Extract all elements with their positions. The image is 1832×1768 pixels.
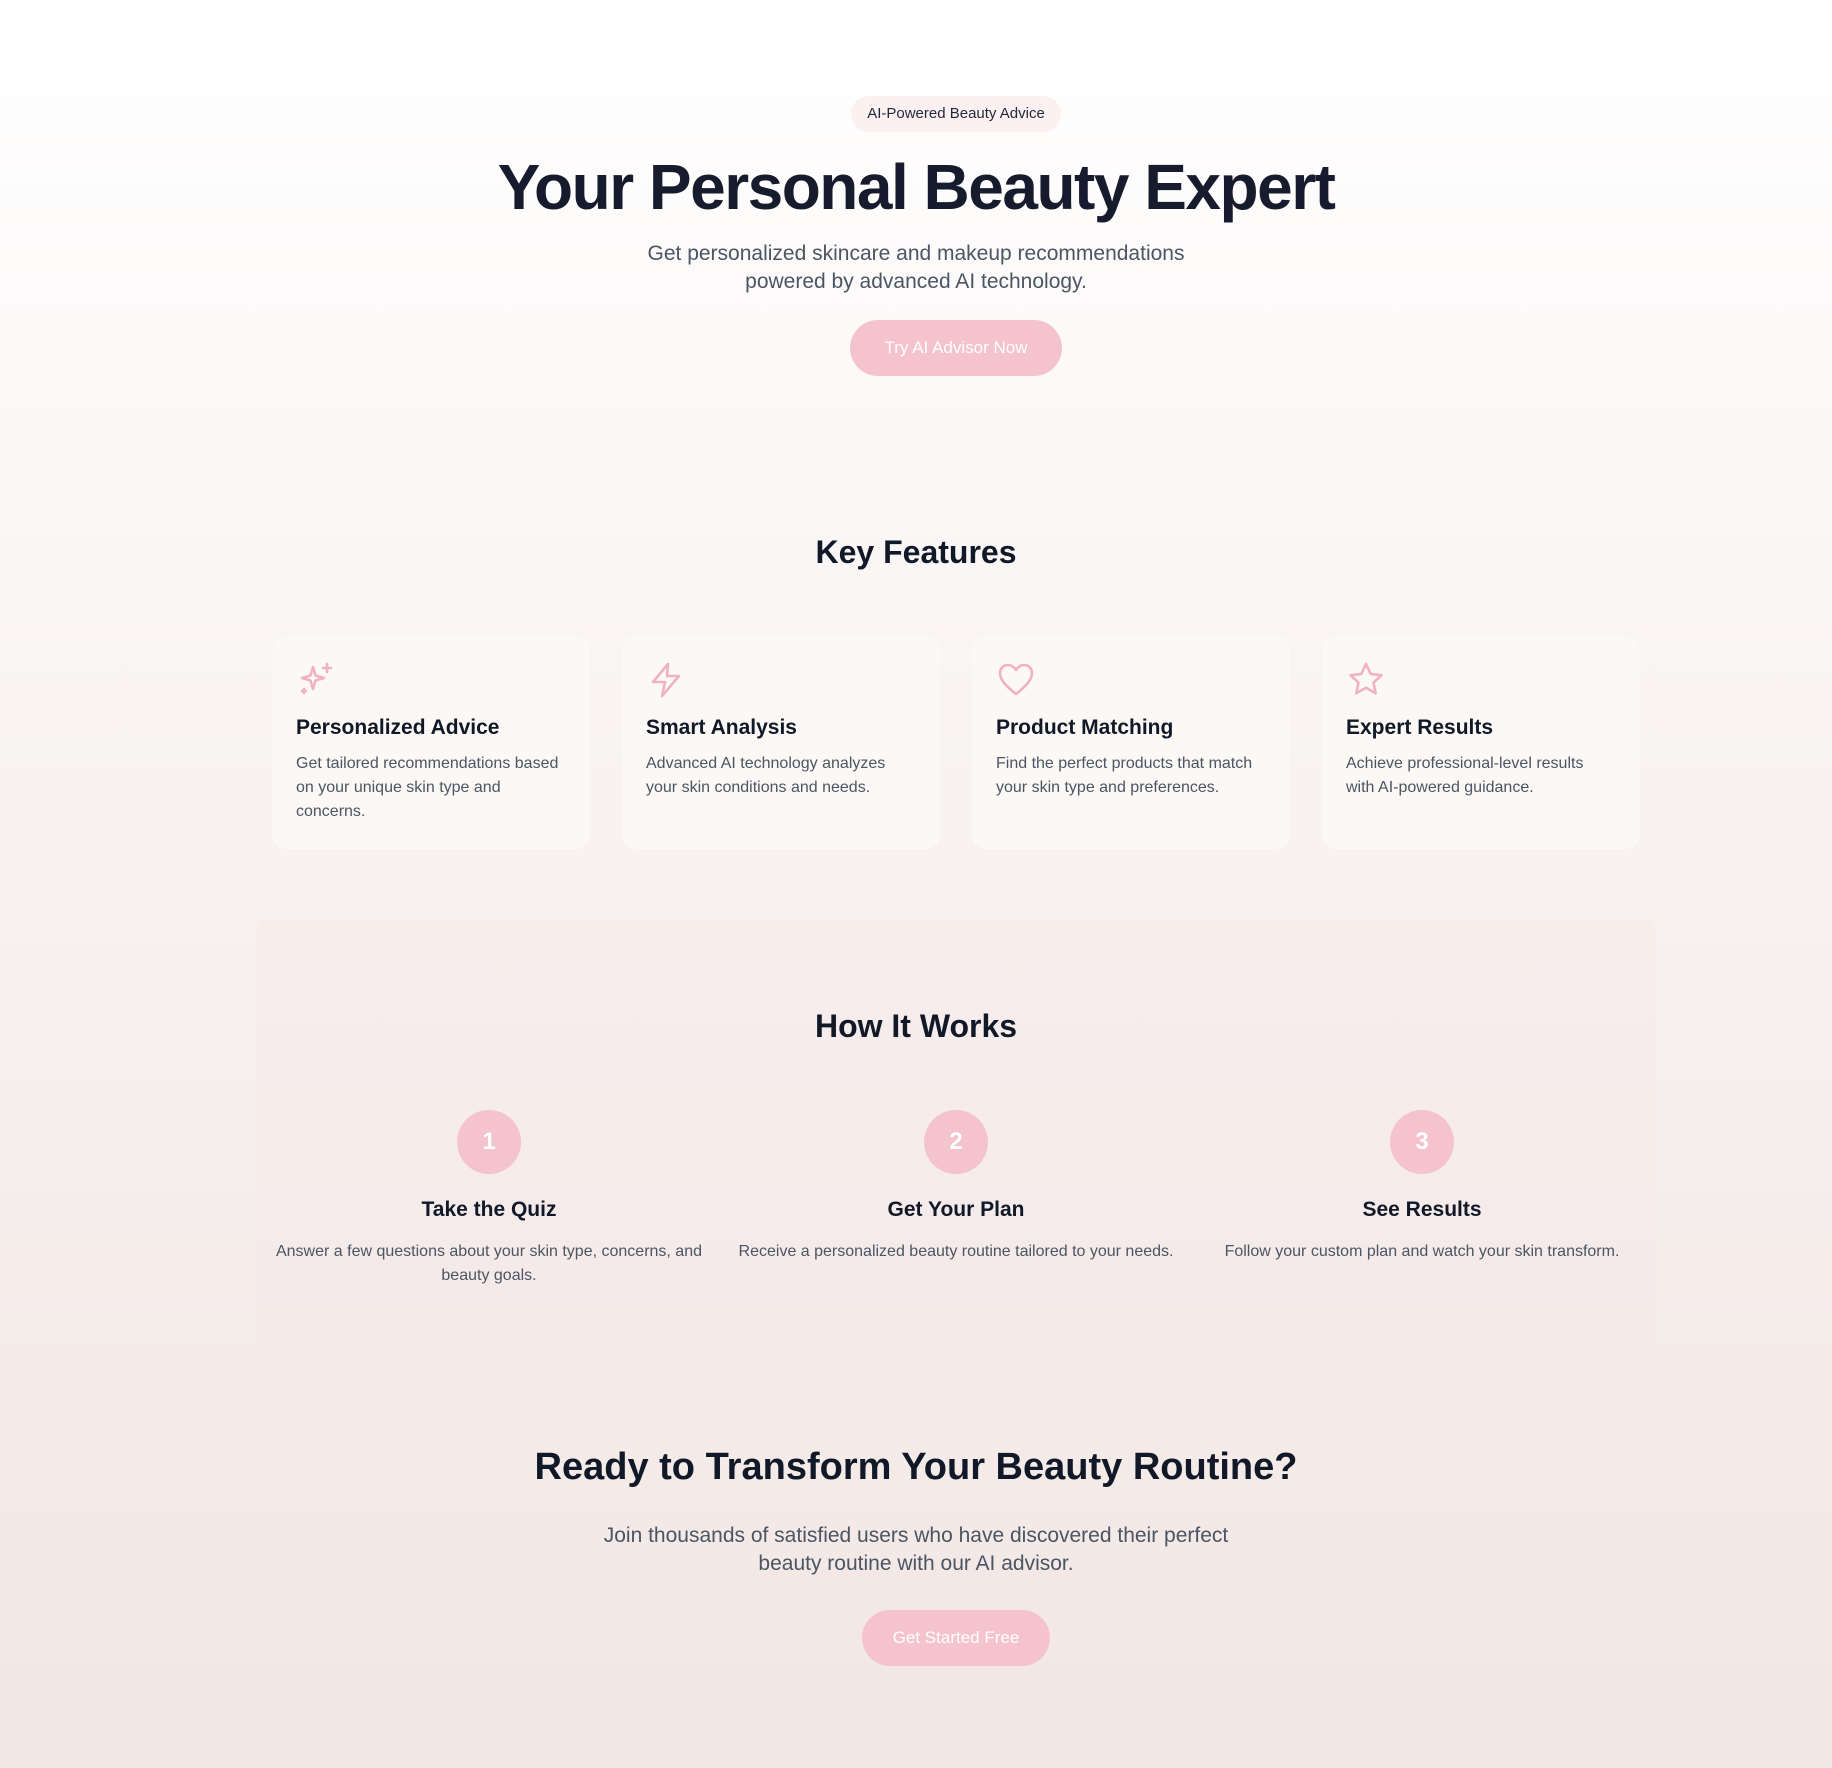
step-desc: Answer a few questions about your skin t… [275, 1243, 702, 1284]
step-number: 1 [457, 1110, 521, 1174]
feature-desc: Achieve professional-level results with … [1346, 755, 1584, 796]
star-icon [1346, 660, 1386, 700]
feature-card-product-matching: Product Matching Find the perfect produc… [972, 636, 1290, 849]
feature-desc: Find the perfect products that match you… [996, 755, 1253, 796]
get-started-free-button[interactable]: Get Started Free [862, 1610, 1050, 1666]
step-title: Take the Quiz [421, 1198, 557, 1221]
feature-card-personalized-advice: Personalized Advice Get tailored recomme… [272, 636, 590, 849]
step-number: 3 [1390, 1110, 1454, 1174]
feature-desc: Get tailored recommendations based on yo… [296, 755, 559, 820]
feature-title: Personalized Advice [296, 716, 500, 739]
sparkles-icon [296, 660, 336, 700]
feature-title: Smart Analysis [646, 716, 797, 739]
heart-icon [996, 660, 1036, 700]
step-desc: Follow your custom plan and watch your s… [1224, 1243, 1620, 1260]
step-title: See Results [1362, 1198, 1482, 1221]
step-number: 2 [924, 1110, 988, 1174]
step-desc: Receive a personalized beauty routine ta… [738, 1243, 1174, 1260]
lightning-icon [646, 660, 686, 700]
step-title: Get Your Plan [887, 1198, 1025, 1221]
step-take-the-quiz: 1 Take the Quiz Answer a few questions a… [269, 1110, 709, 1288]
hero-subtitle: Get personalized skincare and makeup rec… [647, 242, 1185, 293]
feature-desc: Advanced AI technology analyzes your ski… [646, 755, 886, 796]
cta-title: Ready to Transform Your Beauty Routine? [534, 1446, 1298, 1488]
feature-title: Product Matching [996, 716, 1174, 739]
how-it-works-title: How It Works [814, 1008, 1018, 1044]
hero-badge: AI-Powered Beauty Advice [851, 96, 1061, 132]
try-ai-advisor-button[interactable]: Try AI Advisor Now [850, 320, 1062, 376]
feature-title: Expert Results [1346, 716, 1494, 739]
cta-subtitle: Join thousands of satisfied users who ha… [603, 1524, 1229, 1575]
features-title: Key Features [815, 534, 1017, 570]
feature-card-expert-results: Expert Results Achieve professional-leve… [1322, 636, 1640, 849]
step-get-your-plan: 2 Get Your Plan Receive a personalized b… [736, 1110, 1176, 1264]
feature-card-smart-analysis: Smart Analysis Advanced AI technology an… [622, 636, 940, 849]
step-see-results: 3 See Results Follow your custom plan an… [1202, 1110, 1642, 1264]
hero-title: Your Personal Beauty Expert [497, 151, 1336, 223]
